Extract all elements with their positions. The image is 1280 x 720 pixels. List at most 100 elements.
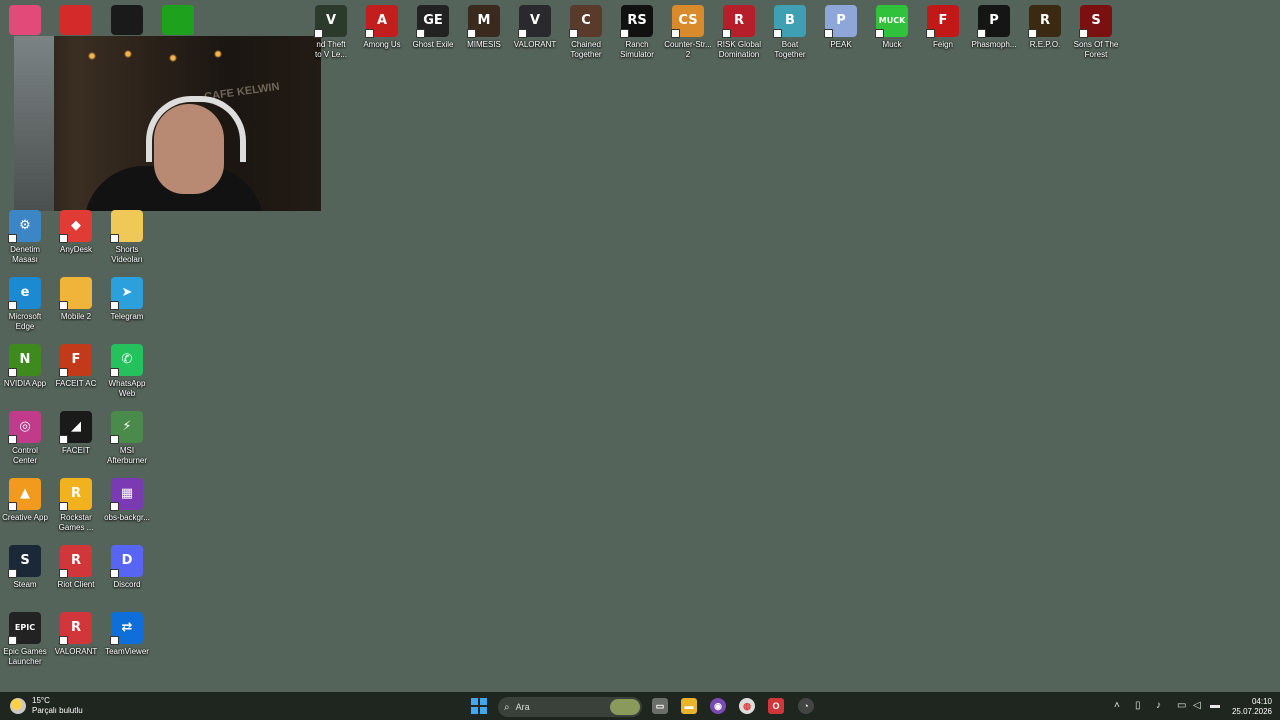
desktop-shortcut[interactable]: A Among Us (357, 5, 407, 50)
itunes-icon[interactable] (9, 5, 41, 35)
shortcut-label: Discord (113, 580, 141, 589)
winrar-icon: ▦ (110, 478, 143, 511)
desktop-shortcut[interactable]: S Steam (0, 545, 50, 590)
desktop-shortcut[interactable]: ⇄ TeamViewer (102, 612, 152, 657)
desktop-shortcut[interactable]: R Rockstar Games ... (51, 478, 101, 533)
shortcut-label: Rockstar Games ... (58, 513, 94, 532)
shortcut-label: Ghost Exile (412, 40, 454, 49)
shortcut-label: Microsoft Edge (8, 312, 42, 331)
opera-icon[interactable]: O (768, 698, 784, 714)
shortcut-label: Riot Client (57, 580, 95, 589)
desktop-shortcut[interactable]: P PEAK (816, 5, 866, 50)
desktop-shortcut[interactable]: S Sons Of The Forest (1071, 5, 1121, 60)
msi-afterburner-icon: ⚡ (110, 411, 143, 444)
desktop-shortcut[interactable]: e Microsoft Edge (0, 277, 50, 332)
telegram-icon: ➤ (110, 277, 143, 310)
shortcut-label: Feign (932, 40, 953, 49)
faceit-ac-icon: F (59, 344, 92, 377)
desktop-shortcut[interactable]: EPIC Epic Games Launcher (0, 612, 50, 667)
shortcut-label: Phasmoph... (971, 40, 1017, 49)
weather-widget[interactable]: 15°C Parçalı bulutlu (10, 696, 83, 716)
twitch-app-icon[interactable]: ◉ (710, 698, 726, 714)
partly-cloudy-icon (10, 698, 26, 714)
start-button[interactable] (471, 698, 487, 714)
desktop-shortcut[interactable]: D Discord (102, 545, 152, 590)
microphone-icon[interactable]: ♪ (1156, 700, 1161, 711)
shortcut-label: NVIDIA App (3, 379, 47, 388)
desktop-shortcut[interactable]: ▲ Creative App (0, 478, 50, 523)
file-explorer-icon[interactable]: ▬ (681, 698, 697, 714)
desktop-shortcut[interactable]: R Riot Client (51, 545, 101, 590)
desktop-shortcut[interactable]: ⚙ Denetim Masası (0, 210, 50, 265)
shortcut-label: Counter-Str... 2 (664, 40, 712, 59)
desktop-shortcut[interactable]: V VALORANT (510, 5, 560, 50)
desktop-shortcut[interactable]: R R.E.P.O. (1020, 5, 1070, 50)
shortcut-label: Among Us (363, 40, 401, 49)
chrome-icon[interactable]: ◍ (739, 698, 755, 714)
desktop-shortcut[interactable]: ▦ obs-backgr... (102, 478, 152, 523)
usb-icon[interactable]: ▯ (1135, 700, 1141, 711)
faceit-icon: ◢ (59, 411, 92, 444)
ranch-simulator-icon: RS (620, 5, 653, 38)
anydesk-icon: ◆ (59, 210, 92, 243)
desktop-shortcut[interactable]: RS Ranch Simulator (612, 5, 662, 60)
valorant-riot-icon: R (59, 612, 92, 645)
sons-of-the-forest-icon: S (1079, 5, 1112, 38)
desktop-shortcut[interactable]: B Boat Together (765, 5, 815, 60)
rockstar-icon: R (59, 478, 92, 511)
clock[interactable]: 04:10 25.07.2026 (1232, 697, 1272, 717)
desktop-shortcut[interactable]: N NVIDIA App (0, 344, 50, 389)
mimesis-icon: M (467, 5, 500, 38)
desktop-shortcut[interactable]: R VALORANT (51, 612, 101, 657)
riot-client-icon: R (59, 545, 92, 578)
desktop-shortcut[interactable]: C Chained Together (561, 5, 611, 60)
shortcut-label: Telegram (110, 312, 144, 321)
capcut-icon[interactable] (111, 5, 143, 35)
desktop-shortcut[interactable]: GE Ghost Exile (408, 5, 458, 50)
task-view-icon[interactable]: ▭ (652, 698, 668, 714)
shortcut-label: Shorts Videoları (111, 245, 143, 264)
discord-icon: D (110, 545, 143, 578)
desktop-shortcut[interactable]: Shorts Videoları (102, 210, 152, 265)
desktop-shortcut[interactable]: ◎ Control Center (0, 411, 50, 466)
network-icon[interactable]: ▭ (1177, 700, 1186, 711)
desktop-shortcut[interactable]: CS Counter-Str... 2 (663, 5, 713, 60)
among-us-icon: A (365, 5, 398, 38)
desktop-shortcut[interactable]: R RISK Global Domination (714, 5, 764, 60)
whatsapp-icon: ✆ (110, 344, 143, 377)
desktop-shortcut[interactable]: F FACEIT AC (51, 344, 101, 389)
desktop-shortcut[interactable]: Mobile 2 (51, 277, 101, 322)
desktop-shortcut[interactable]: ➤ Telegram (102, 277, 152, 322)
chart-app-icon[interactable] (162, 5, 194, 35)
desktop-shortcut[interactable]: F Feign (918, 5, 968, 50)
desktop-shortcut[interactable]: MUCK Muck (867, 5, 917, 50)
battery-icon[interactable]: ▬ (1210, 700, 1220, 711)
desktop-shortcut[interactable]: ◢ FACEIT (51, 411, 101, 456)
desktop-shortcut[interactable]: ◆ AnyDesk (51, 210, 101, 255)
nvidia-icon: N (8, 344, 41, 377)
shortcut-label: obs-backgr... (104, 513, 150, 522)
edge-icon: e (8, 277, 41, 310)
shortcut-label: Mobile 2 (60, 312, 92, 321)
shortcut-label: PEAK (830, 40, 852, 49)
shortcut-label: RISK Global Domination (716, 40, 762, 59)
desktop-shortcut[interactable]: ⚡ MSI Afterburner (102, 411, 152, 466)
volume-icon[interactable]: ◁ (1193, 700, 1201, 711)
folder-icon (110, 210, 143, 243)
headphones-icon (146, 96, 246, 162)
chained-together-icon: C (569, 5, 602, 38)
folder-red-icon[interactable] (60, 5, 92, 35)
shortcut-label: VALORANT (513, 40, 557, 49)
shortcut-label: FACEIT AC (55, 379, 97, 388)
desktop-shortcut[interactable]: ✆ WhatsApp Web (102, 344, 152, 399)
chevron-up-icon[interactable]: ˄ (1114, 700, 1120, 711)
shortcut-label: TeamViewer (105, 647, 149, 656)
desktop-shortcut[interactable]: M MIMESIS (459, 5, 509, 50)
obs-icon[interactable]: ◔ (798, 698, 814, 714)
phasmophobia-icon: P (977, 5, 1010, 38)
shortcut-label: Ranch Simulator (620, 40, 654, 59)
search-highlight-icon (610, 699, 640, 715)
shortcut-label: FACEIT (61, 446, 90, 455)
desktop-shortcut[interactable]: Vnd Theft to V Le... (306, 5, 356, 60)
desktop-shortcut[interactable]: P Phasmoph... (969, 5, 1019, 50)
